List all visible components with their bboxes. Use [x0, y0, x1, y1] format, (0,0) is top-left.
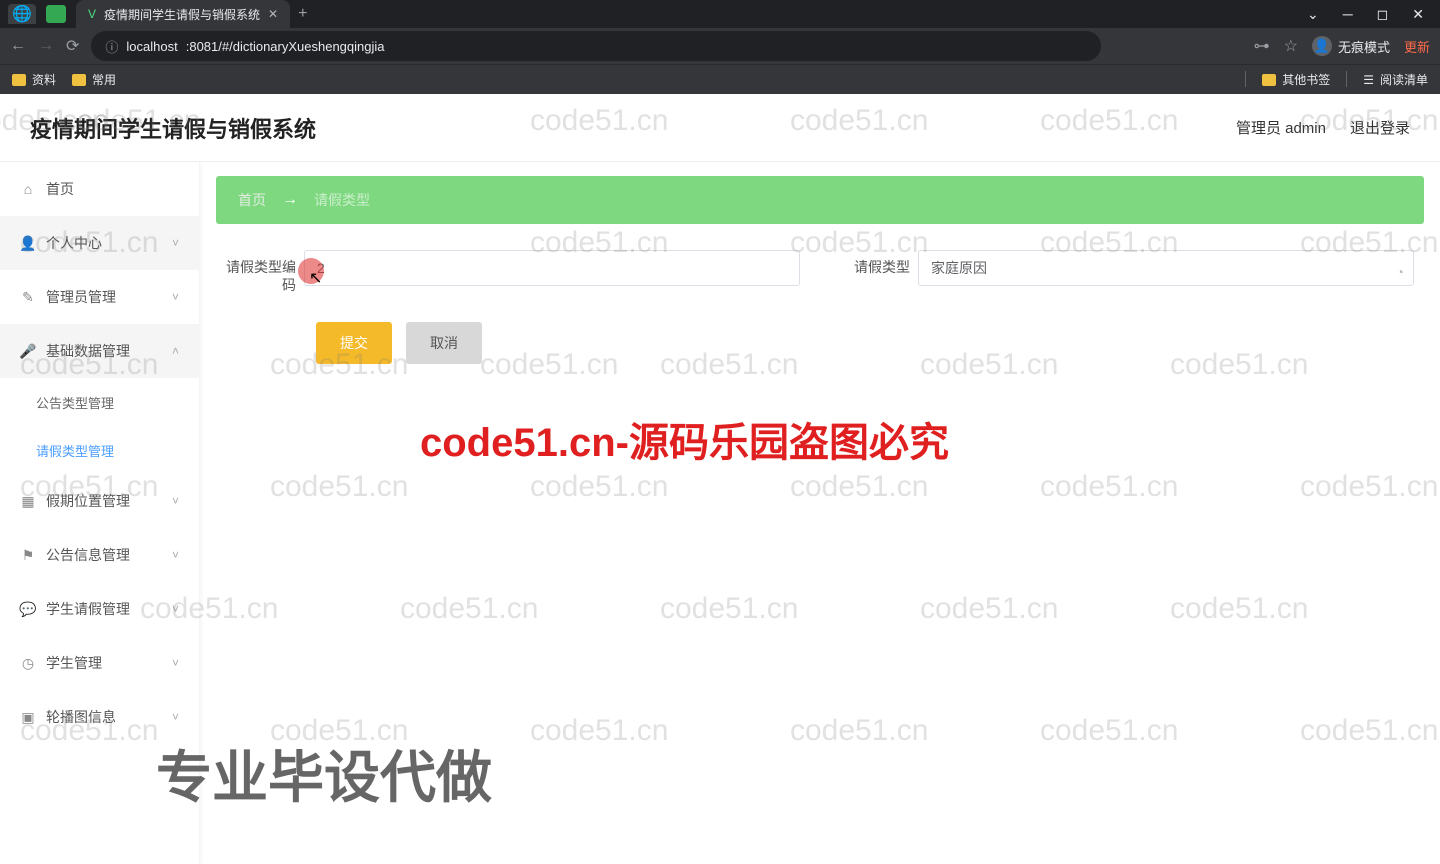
app-header: 疫情期间学生请假与销假系统 管理员 admin 退出登录 [0, 94, 1440, 162]
folder-icon [1262, 74, 1276, 86]
incognito-label: 无痕模式 [1338, 37, 1390, 56]
divider [1346, 71, 1347, 87]
incognito-badge: 👤 无痕模式 [1312, 36, 1390, 56]
tab-active[interactable]: V 疫情期间学生请假与销假系统 ✕ [76, 0, 290, 28]
sidebar-item-student-mgmt[interactable]: ◷学生管理˅ [0, 636, 199, 690]
tab-title: 疫情期间学生请假与销假系统 [104, 6, 260, 23]
sidebar-item-basedata[interactable]: 🎤基础数据管理˄ [0, 324, 199, 378]
bookmark-bar: 资料 常用 其他书签 ☰阅读清单 [0, 64, 1440, 94]
chevron-down-icon: ˅ [172, 710, 179, 724]
forward-button[interactable]: → [38, 37, 54, 55]
key-icon[interactable]: ⊶ [1254, 36, 1270, 56]
user-icon: 👤 [20, 235, 36, 251]
chevron-down-icon: ˅ [172, 494, 179, 508]
other-bookmarks[interactable]: 其他书签 [1262, 71, 1330, 88]
minimize-button[interactable]: ─ [1343, 6, 1353, 23]
content: 首页 → 请假类型 请假类型编码 请假类型 ◔ 提 [200, 162, 1440, 864]
arrow-icon: → [282, 191, 298, 209]
url-rest: :8081/#/dictionaryXueshengqingjia [186, 39, 385, 54]
update-button[interactable]: 更新 [1404, 37, 1430, 56]
new-tab-button[interactable]: + [298, 5, 307, 23]
app-title: 疫情期间学生请假与销假系统 [30, 112, 316, 144]
tab-inactive-1[interactable]: 🌐 [8, 4, 36, 24]
breadcrumb-current: 请假类型 [314, 190, 370, 210]
address-bar: ← → ⟳ ⓘ localhost :8081/#/dictionaryXuesh… [0, 28, 1440, 64]
chevron-down-icon: ˅ [172, 602, 179, 616]
image-icon: ▣ [20, 709, 36, 725]
sidebar-item-personal[interactable]: 👤个人中心˅ [0, 216, 199, 270]
chevron-down-icon: ˅ [172, 548, 179, 562]
sidebar: ⌂首页 👤个人中心˅ ✎管理员管理˅ 🎤基础数据管理˄ 公告类型管理 请假类型管… [0, 162, 200, 864]
chevron-down-icon: ˅ [172, 656, 179, 670]
tab-close-icon[interactable]: ✕ [268, 7, 278, 21]
sidebar-item-admin[interactable]: ✎管理员管理˅ [0, 270, 199, 324]
url-host: localhost [126, 39, 177, 54]
bookmark-folder-1[interactable]: 资料 [12, 71, 56, 88]
tab-strip: 🌐 V 疫情期间学生请假与销假系统 ✕ + ⌄ ─ ◻ ✕ [0, 0, 1440, 28]
reload-button[interactable]: ⟳ [66, 36, 79, 56]
cancel-button[interactable]: 取消 [406, 322, 482, 364]
flag-icon: ⚑ [20, 547, 36, 563]
maximize-button[interactable]: ◻ [1377, 6, 1389, 23]
reading-list[interactable]: ☰阅读清单 [1363, 71, 1428, 88]
form: 请假类型编码 请假类型 ◔ 提交 取消 [216, 250, 1424, 364]
grid-icon: ▦ [20, 493, 36, 509]
info-icon: ⓘ [105, 37, 118, 56]
clock-icon: ◷ [20, 655, 36, 671]
chevron-up-icon: ˄ [172, 344, 179, 358]
home-icon: ⌂ [20, 181, 36, 197]
window-controls: ⌄ ─ ◻ ✕ [1307, 6, 1432, 23]
user-label[interactable]: 管理员 admin [1236, 117, 1326, 138]
sidebar-item-student-leave[interactable]: 💬学生请假管理˅ [0, 582, 199, 636]
back-button[interactable]: ← [10, 37, 26, 55]
mic-icon: 🎤 [20, 343, 36, 359]
browser-chrome: 🌐 V 疫情期间学生请假与销假系统 ✕ + ⌄ ─ ◻ ✕ ← → ⟳ ⓘ lo… [0, 0, 1440, 94]
star-icon[interactable]: ☆ [1284, 36, 1298, 56]
submit-button[interactable]: 提交 [316, 322, 392, 364]
folder-icon [72, 74, 86, 86]
app: 疫情期间学生请假与销假系统 管理员 admin 退出登录 ⌂首页 👤个人中心˅ … [0, 94, 1440, 864]
sidebar-item-carousel[interactable]: ▣轮播图信息˅ [0, 690, 199, 744]
chevron-down-icon: ˅ [172, 236, 179, 250]
breadcrumb-home[interactable]: 首页 [238, 190, 266, 210]
breadcrumb: 首页 → 请假类型 [216, 176, 1424, 224]
code-input[interactable] [304, 250, 800, 286]
bookmark-folder-2[interactable]: 常用 [72, 71, 116, 88]
url-field[interactable]: ⓘ localhost :8081/#/dictionaryXueshengqin… [91, 31, 1101, 61]
caret-down-icon[interactable]: ⌄ [1307, 6, 1319, 23]
divider [1245, 71, 1246, 87]
chat-icon: 💬 [20, 601, 36, 617]
sidebar-item-home[interactable]: ⌂首页 [0, 162, 199, 216]
folder-icon [12, 74, 26, 86]
sidebar-sub-notice-type[interactable]: 公告类型管理 [0, 378, 199, 426]
type-label: 请假类型 [840, 250, 910, 276]
list-icon: ☰ [1363, 73, 1374, 87]
tab-inactive-2[interactable] [42, 4, 70, 24]
close-window-button[interactable]: ✕ [1412, 6, 1424, 23]
chevron-down-icon: ˅ [172, 290, 179, 304]
admin-icon: ✎ [20, 289, 36, 305]
sidebar-item-vacation[interactable]: ▦假期位置管理˅ [0, 474, 199, 528]
type-input[interactable] [918, 250, 1414, 286]
sidebar-sub-leave-type[interactable]: 请假类型管理 [0, 426, 199, 474]
sidebar-item-notice[interactable]: ⚑公告信息管理˅ [0, 528, 199, 582]
logout-button[interactable]: 退出登录 [1350, 117, 1410, 138]
incognito-icon: 👤 [1312, 36, 1332, 56]
code-label: 请假类型编码 [226, 250, 296, 294]
app-body: ⌂首页 👤个人中心˅ ✎管理员管理˅ 🎤基础数据管理˄ 公告类型管理 请假类型管… [0, 162, 1440, 864]
